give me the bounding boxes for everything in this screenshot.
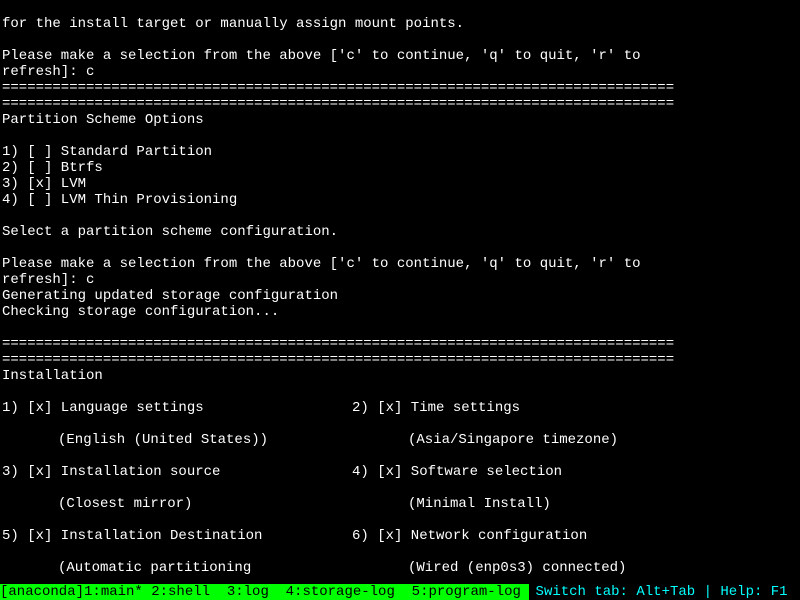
menu-destination-sub1: (Automatic partitioning: [2, 560, 251, 576]
menu-network-configuration[interactable]: 6) [x] Network configuration: [352, 528, 792, 544]
terminal-screen: for the install target or manually assig…: [0, 0, 800, 600]
tmux-help-hint: Switch tab: Alt+Tab | Help: F1: [536, 584, 800, 600]
prompt-continue-1b[interactable]: refresh]: c: [2, 64, 94, 80]
menu-software-selection[interactable]: 4) [x] Software selection: [352, 464, 792, 480]
menu-time-settings[interactable]: 2) [x] Time settings: [352, 400, 792, 416]
tmux-status-bar: [anaconda]1:main* 2:shell 3:log 4:storag…: [0, 584, 800, 600]
partition-option-lvm[interactable]: 3) [x] LVM: [2, 176, 86, 192]
menu-installation-destination[interactable]: 5) [x] Installation Destination: [2, 528, 352, 544]
divider-line: ========================================…: [2, 96, 674, 112]
checking-line: Checking storage configuration...: [2, 304, 279, 320]
menu-language-settings[interactable]: 1) [x] Language settings: [2, 400, 352, 416]
menu-software-sub: (Minimal Install): [352, 496, 551, 512]
divider-line: ========================================…: [2, 336, 674, 352]
menu-network-sub: (Wired (enp0s3) connected): [352, 560, 626, 576]
installation-header: Installation: [2, 368, 103, 384]
intro-text: for the install target or manually assig…: [2, 16, 464, 32]
menu-installation-source[interactable]: 3) [x] Installation source: [2, 464, 352, 480]
partition-option-lvm-thin[interactable]: 4) [ ] LVM Thin Provisioning: [2, 192, 237, 208]
generating-line: Generating updated storage configuration: [2, 288, 338, 304]
partition-option-standard[interactable]: 1) [ ] Standard Partition: [2, 144, 212, 160]
prompt-continue-1a: Please make a selection from the above […: [2, 48, 641, 64]
partition-select-prompt: Select a partition scheme configuration.: [2, 224, 338, 240]
menu-language-sub: (English (United States)): [2, 432, 268, 448]
divider-line: ========================================…: [2, 80, 674, 96]
partition-option-btrfs[interactable]: 2) [ ] Btrfs: [2, 160, 103, 176]
partition-scheme-header: Partition Scheme Options: [2, 112, 204, 128]
menu-source-sub: (Closest mirror): [2, 496, 192, 512]
divider-line: ========================================…: [2, 352, 674, 368]
tmux-tabs[interactable]: [anaconda]1:main* 2:shell 3:log 4:storag…: [0, 584, 529, 600]
menu-time-sub: (Asia/Singapore timezone): [352, 432, 618, 448]
prompt-continue-2b[interactable]: refresh]: c: [2, 272, 94, 288]
prompt-continue-2a: Please make a selection from the above […: [2, 256, 641, 272]
